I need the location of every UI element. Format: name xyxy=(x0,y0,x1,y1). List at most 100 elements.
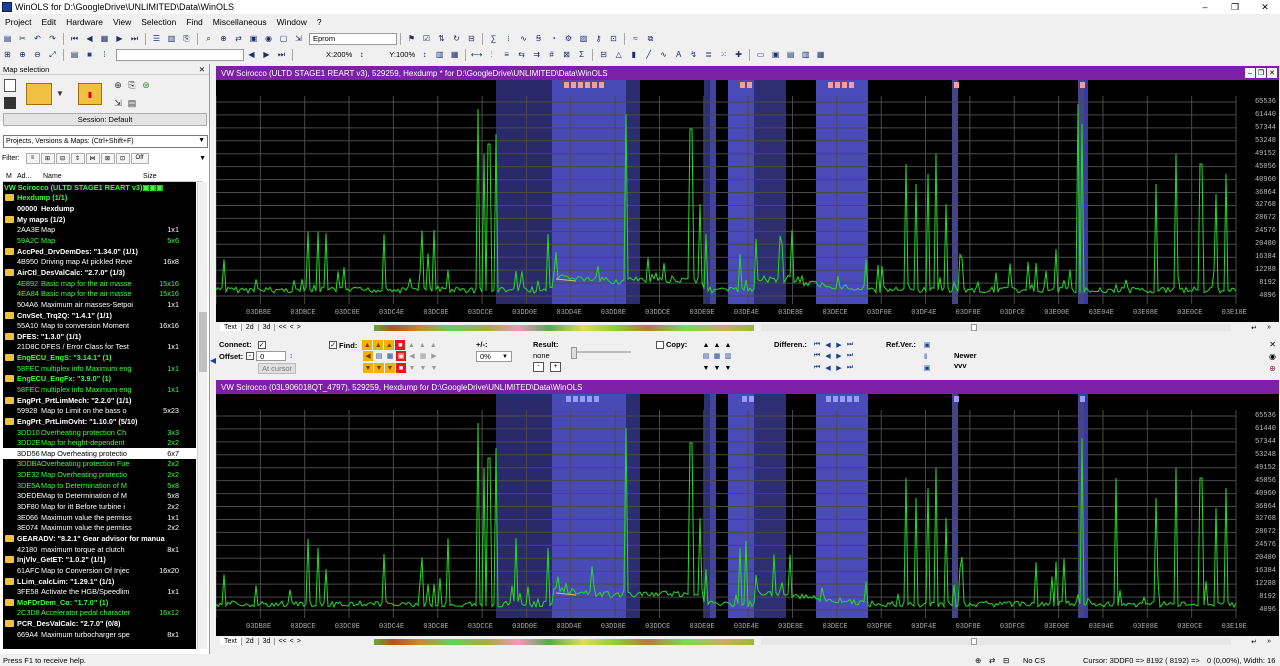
layout1-icon[interactable]: ▭ xyxy=(754,49,767,61)
tree-map-item[interactable]: 42180 maximum torque at clutch 8x1 xyxy=(3,544,196,555)
find-table-icon[interactable]: ▤ xyxy=(374,351,384,361)
top-end-icon[interactable]: » xyxy=(1267,324,1271,331)
close-button[interactable]: ✕ xyxy=(1250,2,1280,13)
top-2d-view[interactable]: 03DB8E 03DBCE 03DC0E 03DC4E 03DC8E 03DCCE 03DD… xyxy=(216,80,1279,322)
find-stop-icon[interactable]: ■ xyxy=(395,340,406,350)
last-icon[interactable]: ⏭ xyxy=(128,33,141,45)
filter-button-5[interactable]: ⋈ xyxy=(85,152,100,164)
tree-map-item[interactable]: 00000 Hexdump xyxy=(3,203,196,214)
y-zoom-spin-icon[interactable]: ↕ xyxy=(418,49,431,61)
diff-prev-2-icon[interactable]: ◀ xyxy=(823,351,833,361)
bottom-nav-first-icon[interactable]: << xyxy=(278,638,286,645)
root-buttons-icon[interactable]: ▣▣▣ xyxy=(142,183,163,192)
refver-pause-icon[interactable]: ‖ xyxy=(924,352,927,361)
session-button[interactable]: Session: Default xyxy=(3,113,207,126)
tree-map-item[interactable]: 4EA84 Basic map for the air masse 15x16 xyxy=(3,288,196,299)
scrollbar-thumb[interactable] xyxy=(199,312,207,372)
bottom-tab-3d[interactable]: 3d xyxy=(259,638,276,645)
tree-map-item[interactable]: 3E074 Maximum value the permiss 2x2 xyxy=(3,523,196,534)
step-back-icon[interactable]: ◀ xyxy=(245,49,258,61)
panel-close-icon[interactable]: ✕ xyxy=(1269,340,1276,349)
refver-icon-2[interactable]: ▣ xyxy=(922,363,933,373)
zoom-in-icon[interactable]: ⊕ xyxy=(16,49,29,61)
diff-next-2-icon[interactable]: ▶ xyxy=(834,351,844,361)
x-zoom-spin-icon[interactable]: ↕ xyxy=(355,49,368,61)
snake-icon[interactable]: ≈ xyxy=(629,33,642,45)
top-nav-first-icon[interactable]: << xyxy=(278,324,286,331)
import-icon[interactable]: ⇲ xyxy=(112,97,124,109)
tree-map-item[interactable]: 3DD2E Map for height-dependent 2x2 xyxy=(3,437,196,448)
tree-folder[interactable]: CnvSet_Trq2Q: "1.4.1" (1/1) xyxy=(3,310,196,321)
strike-icon[interactable]: Ꞩ xyxy=(532,33,545,45)
top-close-icon[interactable]: ✕ xyxy=(1267,68,1277,78)
grid-icon[interactable]: ▦ xyxy=(98,33,111,45)
format-select[interactable] xyxy=(116,48,244,61)
result-slider-thumb[interactable] xyxy=(571,347,577,359)
view-cols-icon[interactable]: ▦ xyxy=(448,49,461,61)
tree-map-item[interactable]: 61AFC Map to Conversion Of Injec 16x20 xyxy=(3,565,196,576)
find-up-icon[interactable]: ▲ xyxy=(373,340,384,350)
tree-map-item[interactable]: 21D8C DFES / Error Class for Test 1x1 xyxy=(3,342,196,353)
col-m[interactable]: M xyxy=(3,173,17,180)
filter-button-6[interactable]: ⊠ xyxy=(100,152,115,164)
step-icon[interactable]: ⇉ xyxy=(530,49,543,61)
copy-down-3-icon[interactable]: ▼ xyxy=(723,363,733,373)
find-up-right-icon[interactable]: ▲ xyxy=(384,340,395,350)
lock-icon[interactable]: ▨ xyxy=(577,33,590,45)
new-icon[interactable] xyxy=(4,79,16,92)
offset-spin-icon[interactable]: ↕ xyxy=(286,351,296,361)
menu-hardware[interactable]: Hardware xyxy=(61,17,108,27)
copy-down-2-icon[interactable]: ▼ xyxy=(712,363,722,373)
tree-folder[interactable]: GEARADV: "8.2.1" Gear advisor for manua xyxy=(3,533,196,544)
top-nav-next-icon[interactable]: > xyxy=(297,324,301,331)
copy-up-3-icon[interactable]: ▲ xyxy=(723,340,733,350)
tree-folder[interactable]: InjVlv_GetET: "1.0.2" (1/1) xyxy=(3,554,196,565)
tree-folder[interactable]: EngECU_EngS: "3.14.1" (1) xyxy=(3,352,196,363)
menu-help[interactable]: ? xyxy=(312,17,327,27)
top-tab-2d[interactable]: 2d xyxy=(242,324,259,331)
find-grid-icon[interactable]: ▦ xyxy=(385,351,395,361)
list-icon[interactable]: ☰ xyxy=(150,33,163,45)
find-down-right-icon[interactable]: ▼ xyxy=(385,363,395,373)
diff-prev-icon[interactable]: ◀ xyxy=(823,340,833,350)
blue-square-icon[interactable]: ■ xyxy=(83,49,96,61)
zoom-out-icon[interactable]: ⊖ xyxy=(31,49,44,61)
copy-block-3-icon[interactable]: ▥ xyxy=(723,351,733,361)
sigma-icon[interactable]: Σ xyxy=(575,49,588,61)
top-nav-prev-icon[interactable]: < xyxy=(290,324,294,331)
first-icon[interactable]: ⏮ xyxy=(68,33,81,45)
tree-map-item[interactable]: 3DEDE Map to Determination of M 5x8 xyxy=(3,491,196,502)
filter-button-3[interactable]: ⊟ xyxy=(55,152,70,164)
connect-checkbox[interactable]: ✓ xyxy=(257,340,266,349)
menu-selection[interactable]: Selection xyxy=(136,17,181,27)
rec-icon[interactable]: ◉ xyxy=(262,33,275,45)
bottom-2d-view[interactable]: 03DB8E 03DBCE 03DC0E 03DC4E 03DC8E 03DCCE 03DD… xyxy=(216,394,1279,636)
alpha-icon[interactable]: A xyxy=(672,49,685,61)
copy-block-2-icon[interactable]: ▦ xyxy=(712,351,722,361)
col-addr[interactable]: Ad... xyxy=(17,173,43,180)
tree-map-item[interactable]: 55A10 Map to conversion Moment 16x16 xyxy=(3,320,196,331)
copy-doc-icon[interactable]: ⎘ xyxy=(126,79,138,91)
dots-icon[interactable]: ⁝ xyxy=(502,33,515,45)
fit-icon[interactable]: ⤢ xyxy=(46,49,59,61)
find-down-icon[interactable]: ▼ xyxy=(374,363,384,373)
window-icon[interactable]: ▢ xyxy=(277,33,290,45)
layout2-icon[interactable]: ▣ xyxy=(769,49,782,61)
tree-map-item[interactable]: 58FEC multiplex info Maximum eng 1x1 xyxy=(3,384,196,395)
tree-map-item[interactable]: 4B950 Driving map At pickled Reve 16x8 xyxy=(3,256,196,267)
rows-icon[interactable]: ≡ xyxy=(500,49,513,61)
result-minus-button[interactable]: - xyxy=(533,362,544,372)
panel-close-icon[interactable]: ✕ xyxy=(199,65,209,74)
find-down-left-icon[interactable]: ▼ xyxy=(363,363,373,373)
diff-prev-3-icon[interactable]: ◀ xyxy=(823,363,833,373)
tree-map-item[interactable]: 504A6 Maximum air masses-Setpoi 1x1 xyxy=(3,299,196,310)
layout3-icon[interactable]: ▤ xyxy=(784,49,797,61)
tree-scrollbar[interactable] xyxy=(197,182,207,649)
project-select[interactable]: Projects, Versions & Maps: (Ctrl+Shift+F… xyxy=(3,135,208,148)
dropdown-arrow-icon[interactable]: ▼ xyxy=(56,89,64,98)
tree-map-item[interactable]: 3DE32 Map Overheating protectio 2x2 xyxy=(3,469,196,480)
mode-icon[interactable]: ▤ xyxy=(68,49,81,61)
top-scroll-down-icon[interactable]: ▼ xyxy=(1268,314,1275,321)
filter-button-2[interactable]: ⊞ xyxy=(40,152,55,164)
diff-first-3-icon[interactable]: ⏮ xyxy=(812,363,822,373)
